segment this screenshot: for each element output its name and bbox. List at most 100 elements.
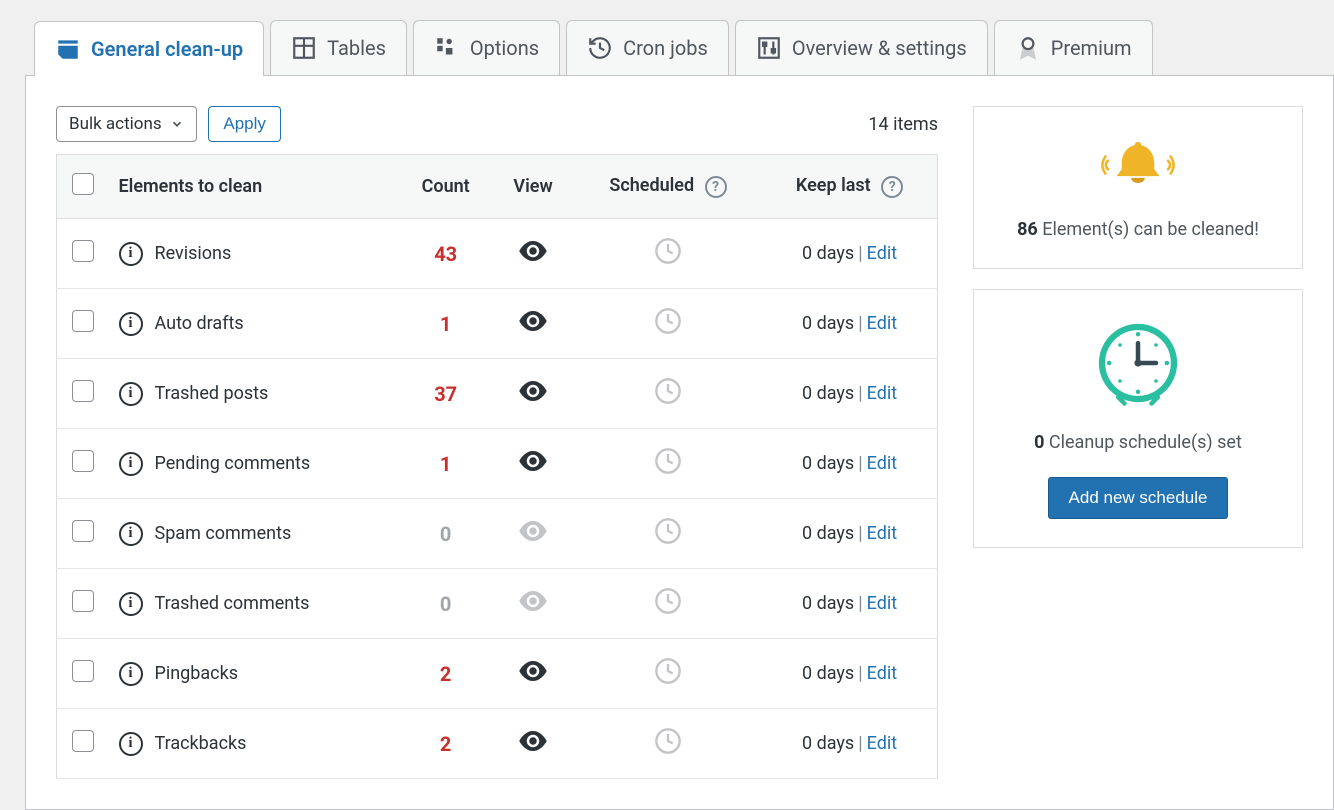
tab-label: Options <box>470 36 539 60</box>
edit-link[interactable]: Edit <box>867 523 897 544</box>
bulk-actions-label: Bulk actions <box>69 114 162 134</box>
keep-last-value: 0 days <box>802 243 854 264</box>
row-checkbox[interactable] <box>72 660 94 682</box>
scheduled-icon <box>654 599 682 620</box>
element-name: Pingbacks <box>155 663 239 684</box>
info-icon[interactable]: i <box>119 312 143 336</box>
column-count[interactable]: Count <box>399 155 492 219</box>
edit-link[interactable]: Edit <box>867 453 897 474</box>
view-icon <box>518 590 548 617</box>
keep-last-value: 0 days <box>802 733 854 754</box>
element-name: Auto drafts <box>155 313 244 334</box>
scheduled-icon <box>654 529 682 550</box>
history-icon <box>587 35 613 61</box>
table-row: iPingbacks20 days|Edit <box>57 639 938 709</box>
row-checkbox[interactable] <box>72 520 94 542</box>
row-checkbox[interactable] <box>72 730 94 752</box>
help-icon[interactable]: ? <box>705 176 727 198</box>
view-icon[interactable] <box>518 240 548 267</box>
table-row: iPending comments10 days|Edit <box>57 429 938 499</box>
keep-last-value: 0 days <box>802 313 854 334</box>
element-count: 1 <box>440 312 451 336</box>
info-icon[interactable]: i <box>119 522 143 546</box>
edit-link[interactable]: Edit <box>867 733 897 754</box>
scheduled-icon <box>654 249 682 270</box>
tab-overview-settings[interactable]: Overview & settings <box>735 20 988 75</box>
keep-last-value: 0 days <box>802 453 854 474</box>
select-all-checkbox[interactable] <box>72 173 94 195</box>
keep-last-value: 0 days <box>802 663 854 684</box>
view-icon <box>518 520 548 547</box>
tab-label: Tables <box>327 36 386 60</box>
element-name: Pending comments <box>155 453 311 474</box>
column-keep-last: Keep last ? <box>762 155 937 219</box>
edit-link[interactable]: Edit <box>867 593 897 614</box>
options-icon <box>434 35 460 61</box>
note-icon <box>55 36 81 62</box>
tab-options[interactable]: Options <box>413 20 560 75</box>
schedule-count: 0 <box>1034 432 1044 453</box>
column-view: View <box>492 155 573 219</box>
tab-label: Overview & settings <box>792 36 967 60</box>
info-icon[interactable]: i <box>119 732 143 756</box>
row-checkbox[interactable] <box>72 450 94 472</box>
row-checkbox[interactable] <box>72 310 94 332</box>
table-icon <box>291 35 317 61</box>
bell-icon <box>1093 135 1183 195</box>
help-icon[interactable]: ? <box>881 176 903 198</box>
view-icon[interactable] <box>518 380 548 407</box>
cleanable-count: 86 <box>1017 219 1038 240</box>
table-row: iAuto drafts10 days|Edit <box>57 289 938 359</box>
view-icon[interactable] <box>518 660 548 687</box>
info-icon[interactable]: i <box>119 662 143 686</box>
table-row: iSpam comments00 days|Edit <box>57 499 938 569</box>
info-icon[interactable]: i <box>119 382 143 406</box>
edit-link[interactable]: Edit <box>867 313 897 334</box>
scheduled-icon <box>654 669 682 690</box>
items-count: 14 items <box>868 114 938 135</box>
edit-link[interactable]: Edit <box>867 663 897 684</box>
view-icon[interactable] <box>518 310 548 337</box>
element-name: Trackbacks <box>155 733 247 754</box>
row-checkbox[interactable] <box>72 380 94 402</box>
info-icon[interactable]: i <box>119 592 143 616</box>
tab-premium[interactable]: Premium <box>994 20 1153 75</box>
element-count: 43 <box>434 242 457 266</box>
table-row: iTrashed comments00 days|Edit <box>57 569 938 639</box>
schedule-summary-box: 0 Cleanup schedule(s) set Add new schedu… <box>973 289 1303 548</box>
row-checkbox[interactable] <box>72 240 94 262</box>
element-count: 0 <box>440 522 451 546</box>
keep-last-value: 0 days <box>802 593 854 614</box>
element-name: Revisions <box>155 243 232 264</box>
bulk-actions-select[interactable]: Bulk actions <box>56 106 197 142</box>
tab-label: Premium <box>1051 36 1132 60</box>
table-row: iRevisions430 days|Edit <box>57 219 938 289</box>
info-icon[interactable]: i <box>119 242 143 266</box>
tab-cron-jobs[interactable]: Cron jobs <box>566 20 729 75</box>
element-name: Trashed comments <box>155 593 310 614</box>
cleanup-table: Elements to clean Count View Scheduled ?… <box>56 154 938 779</box>
element-count: 0 <box>440 592 451 616</box>
element-name: Trashed posts <box>155 383 269 404</box>
edit-link[interactable]: Edit <box>867 243 897 264</box>
element-count: 37 <box>434 382 457 406</box>
cleanable-summary-box: 86 Element(s) can be cleaned! <box>973 106 1303 269</box>
edit-link[interactable]: Edit <box>867 383 897 404</box>
sliders-icon <box>756 35 782 61</box>
column-elements[interactable]: Elements to clean <box>109 155 399 219</box>
award-icon <box>1015 35 1041 61</box>
tab-label: Cron jobs <box>623 36 708 60</box>
view-icon[interactable] <box>518 730 548 757</box>
row-checkbox[interactable] <box>72 590 94 612</box>
tab-general-cleanup[interactable]: General clean-up <box>34 21 264 76</box>
apply-button[interactable]: Apply <box>208 106 281 142</box>
info-icon[interactable]: i <box>119 452 143 476</box>
add-schedule-button[interactable]: Add new schedule <box>1048 477 1229 519</box>
table-row: iTrackbacks20 days|Edit <box>57 709 938 779</box>
view-icon[interactable] <box>518 450 548 477</box>
tab-tables[interactable]: Tables <box>270 20 407 75</box>
alarm-clock-icon <box>1093 318 1183 408</box>
schedule-text: Cleanup schedule(s) set <box>1049 432 1242 453</box>
keep-last-value: 0 days <box>802 523 854 544</box>
chevron-down-icon <box>170 117 184 131</box>
